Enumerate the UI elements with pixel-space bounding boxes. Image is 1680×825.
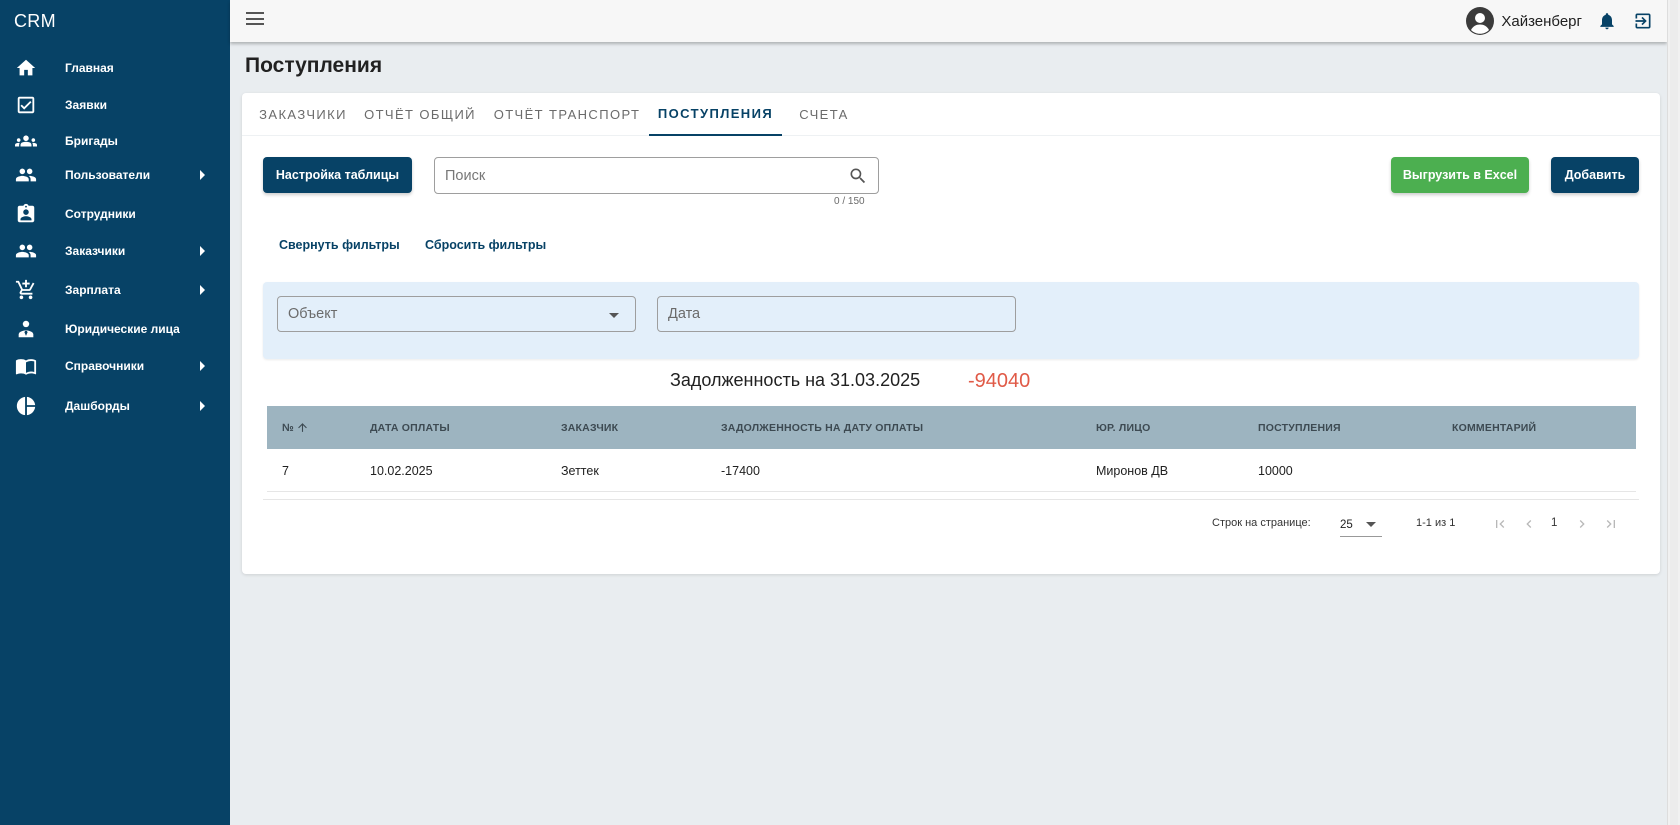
- search-field: [434, 157, 879, 194]
- sidebar-item-salary[interactable]: Зарплата: [0, 273, 230, 307]
- badge-icon: [15, 203, 37, 225]
- table-row[interactable]: 7 10.02.2025 Зеттек -17400 Миронов ДВ 10…: [267, 449, 1636, 492]
- sidebar-item-label: Зарплата: [65, 283, 121, 297]
- search-char-counter: 0 / 150: [834, 196, 865, 207]
- caret-down-icon: [609, 313, 619, 318]
- sidebar-item-home[interactable]: Главная: [0, 51, 230, 85]
- cell-customer: Зеттек: [561, 463, 599, 478]
- cart-icon: [15, 279, 37, 301]
- filters-panel: Объект Дата: [263, 282, 1639, 359]
- caret-down-icon: [1366, 522, 1376, 527]
- column-header-legal-entity[interactable]: ЮР. ЛИЦО: [1096, 406, 1150, 449]
- pagination-range: 1-1 из 1: [1416, 517, 1456, 529]
- table-divider: [263, 499, 1639, 500]
- page-scrollbar[interactable]: [1667, 0, 1680, 825]
- tab-invoices[interactable]: СЧЕТА: [791, 93, 857, 136]
- column-header-receipts[interactable]: ПОСТУПЛЕНИЯ: [1258, 406, 1341, 449]
- table-header: № ДАТА ОПЛАТЫ ЗАКАЗЧИК ЗАДОЛЖЕННОСТЬ НА …: [267, 406, 1636, 449]
- sidebar-item-requests[interactable]: Заявки: [0, 88, 230, 122]
- tab-bar: ЗАКАЗЧИКИ ОТЧЁТ ОБЩИЙ ОТЧЁТ ТРАНСПОРТ ПО…: [242, 93, 1660, 136]
- main-card: ЗАКАЗЧИКИ ОТЧЁТ ОБЩИЙ ОТЧЁТ ТРАНСПОРТ ПО…: [242, 93, 1660, 574]
- top-bar: Хайзенберг: [230, 0, 1667, 42]
- reset-filters-button[interactable]: Сбросить фильтры: [425, 238, 546, 252]
- object-select-placeholder: Объект: [288, 306, 338, 322]
- sidebar-item-brigades[interactable]: Бригады: [0, 124, 230, 158]
- group-icon: [15, 130, 37, 152]
- first-page-icon[interactable]: [1491, 515, 1509, 533]
- sidebar: CRM Главная Заявки Бригады Пользователи …: [0, 0, 230, 825]
- last-page-icon[interactable]: [1602, 515, 1620, 533]
- home-icon: [15, 57, 37, 79]
- user-area: Хайзенберг: [1466, 6, 1654, 36]
- rows-per-page-value: 25: [1340, 518, 1353, 531]
- sidebar-item-references[interactable]: Справочники: [0, 349, 230, 383]
- date-field-placeholder: Дата: [668, 306, 701, 322]
- people-icon: [15, 240, 37, 262]
- debt-value: -94040: [968, 370, 1031, 392]
- table-settings-button[interactable]: Настройка таблицы: [263, 157, 412, 193]
- column-header-customer[interactable]: ЗАКАЗЧИК: [561, 406, 618, 449]
- chevron-right-icon: [200, 401, 205, 411]
- scrollbar-thumb[interactable]: [1670, 0, 1678, 825]
- date-field[interactable]: Дата: [657, 296, 1016, 332]
- column-header-comment[interactable]: КОММЕНТАРИЙ: [1452, 406, 1536, 449]
- chevron-right-icon: [200, 361, 205, 371]
- column-header-number[interactable]: №: [282, 406, 309, 449]
- current-page: 1: [1551, 517, 1558, 529]
- logout-icon[interactable]: [1632, 10, 1654, 32]
- page-title: Поступления: [245, 54, 383, 77]
- tab-report-general[interactable]: ОТЧЁТ ОБЩИЙ: [363, 93, 477, 136]
- search-input[interactable]: [445, 166, 825, 186]
- book-icon: [15, 355, 37, 377]
- person-tie-icon: [15, 318, 37, 340]
- column-header-payment-date[interactable]: ДАТА ОПЛАТЫ: [370, 406, 450, 449]
- add-button[interactable]: Добавить: [1551, 157, 1639, 193]
- checkbox-icon: [15, 94, 37, 116]
- tab-report-transport[interactable]: ОТЧЁТ ТРАНСПОРТ: [493, 93, 641, 136]
- sidebar-item-label: Главная: [65, 61, 114, 75]
- bell-icon[interactable]: [1596, 10, 1618, 32]
- sidebar-item-label: Дашборды: [65, 399, 130, 413]
- sidebar-item-users[interactable]: Пользователи: [0, 158, 230, 192]
- object-select[interactable]: Объект: [277, 296, 636, 332]
- chevron-right-icon: [200, 170, 205, 180]
- sidebar-item-customers[interactable]: Заказчики: [0, 234, 230, 268]
- column-header-debt-on-date[interactable]: ЗАДОЛЖЕННОСТЬ НА ДАТУ ОПЛАТЫ: [721, 406, 923, 449]
- cell-legal-entity: Миронов ДВ: [1096, 463, 1169, 478]
- sidebar-item-legal-entities[interactable]: Юридические лица: [0, 312, 230, 346]
- sidebar-item-label: Справочники: [65, 359, 145, 373]
- tab-receipts[interactable]: ПОСТУПЛЕНИЯ: [649, 93, 782, 136]
- user-name[interactable]: Хайзенберг: [1501, 13, 1582, 30]
- chevron-right-icon: [200, 285, 205, 295]
- export-excel-button[interactable]: Выгрузить в Excel: [1391, 157, 1529, 193]
- cell-debt-on-date: -17400: [721, 463, 760, 478]
- tab-customers[interactable]: ЗАКАЗЧИКИ: [248, 93, 358, 136]
- rows-per-page-label: Строк на странице:: [1212, 517, 1311, 529]
- sidebar-item-label: Юридические лица: [65, 322, 180, 336]
- collapse-filters-button[interactable]: Свернуть фильтры: [279, 238, 400, 252]
- brand-logo[interactable]: CRM: [14, 11, 56, 32]
- sidebar-item-label: Сотрудники: [65, 207, 136, 221]
- people-icon: [15, 164, 37, 186]
- sidebar-item-label: Бригады: [65, 134, 118, 148]
- hamburger-menu-icon[interactable]: [246, 12, 264, 28]
- rows-per-page-select[interactable]: 25: [1340, 513, 1382, 537]
- cell-number: 7: [282, 463, 289, 478]
- cell-payment-date: 10.02.2025: [370, 463, 433, 478]
- next-page-icon[interactable]: [1573, 515, 1591, 533]
- cell-receipts: 10000: [1258, 463, 1293, 478]
- sidebar-item-dashboards[interactable]: Дашборды: [0, 389, 230, 423]
- debt-label: Задолженность на 31.03.2025: [670, 370, 921, 390]
- sidebar-item-employees[interactable]: Сотрудники: [0, 197, 230, 231]
- search-icon[interactable]: [848, 166, 868, 186]
- avatar-icon[interactable]: [1466, 7, 1495, 35]
- pie-chart-icon: [15, 395, 37, 417]
- previous-page-icon[interactable]: [1520, 515, 1538, 533]
- chevron-right-icon: [200, 246, 205, 256]
- sidebar-item-label: Заказчики: [65, 244, 126, 258]
- sidebar-item-label: Заявки: [65, 98, 107, 112]
- sort-ascending-icon: [298, 423, 307, 432]
- sidebar-item-label: Пользователи: [65, 168, 151, 182]
